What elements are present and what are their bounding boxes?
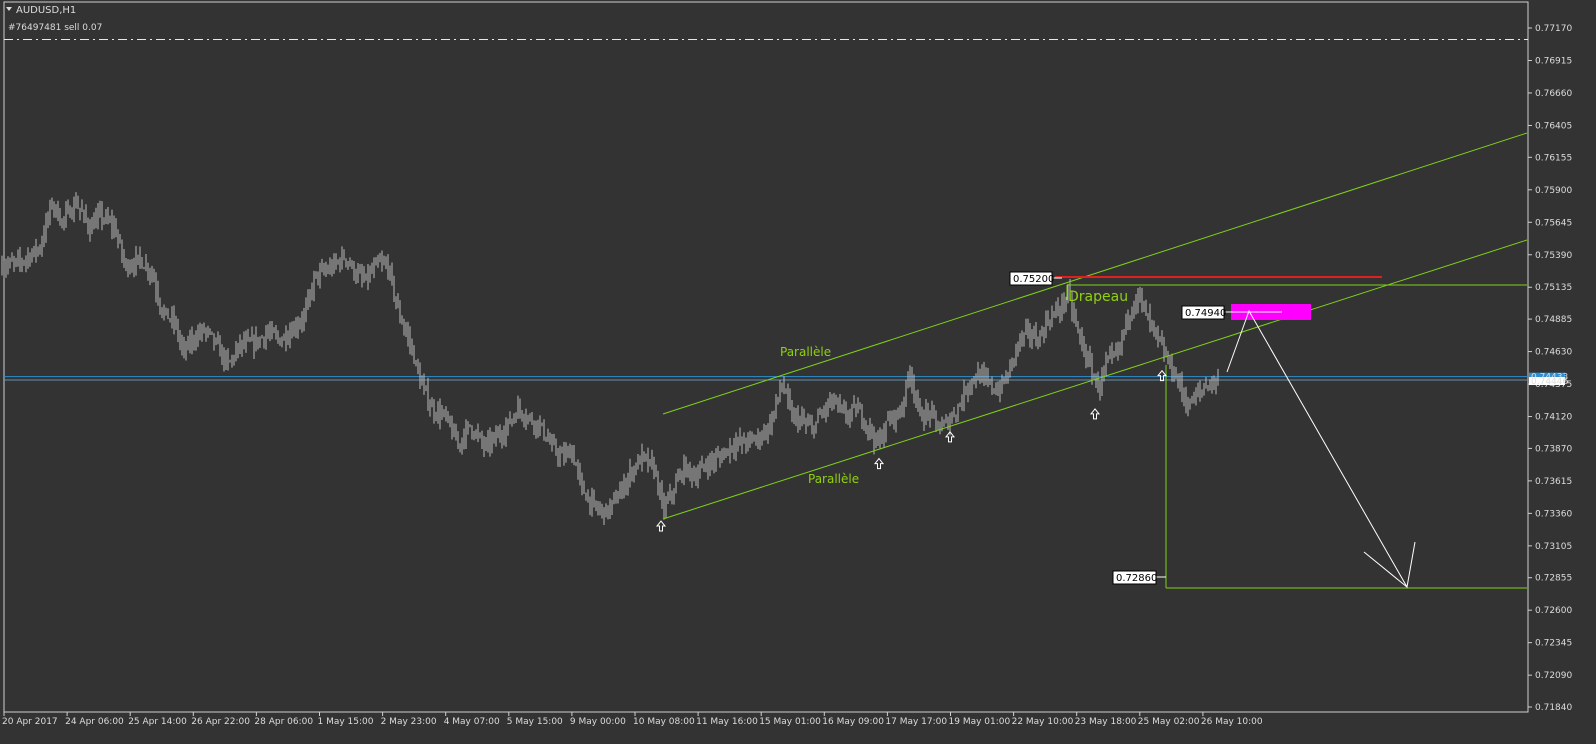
time-tick-label: 5 May 15:00 — [507, 717, 563, 727]
time-tick-label: 25 May 02:00 — [1138, 717, 1200, 727]
time-tick-label: 23 May 18:00 — [1075, 717, 1137, 727]
price-tick-label: 0.77170 — [1535, 24, 1572, 34]
channel-label-lower: Parallèle — [808, 472, 859, 486]
time-tick-label: 11 May 16:00 — [696, 717, 758, 727]
time-tick-label: 28 Apr 06:00 — [254, 717, 313, 727]
price-tick-label: 0.73870 — [1535, 444, 1572, 454]
channel-lower-line[interactable] — [662, 239, 1528, 520]
symbol-label[interactable]: AUDUSD,H1 — [16, 5, 76, 16]
price-tick-label: 0.76405 — [1535, 121, 1572, 131]
price-axis: 0.77170 0.76915 0.76660 0.76405 0.76155 0.759… — [1528, 24, 1572, 713]
price-tick-label: 0.76155 — [1535, 153, 1572, 163]
time-tick-label: 22 May 10:00 — [1012, 717, 1074, 727]
target-zone-price: 0.74940 — [1185, 308, 1226, 319]
support-markers — [655, 369, 1168, 532]
price-tick-label: 0.72090 — [1535, 671, 1572, 681]
price-tick-label: 0.75390 — [1535, 251, 1572, 261]
price-tick-label: 0.74885 — [1535, 315, 1572, 325]
price-tick-label: 0.75645 — [1535, 218, 1572, 228]
time-tick-label: 2 May 23:00 — [381, 717, 437, 727]
time-tick-label: 16 May 09:00 — [822, 717, 884, 727]
candles-group — [1, 192, 1219, 525]
channel-label-upper: Parallèle — [780, 345, 831, 359]
up-arrow-icon — [1156, 369, 1168, 382]
price-tick-label: 0.74120 — [1535, 413, 1572, 423]
symbol-dropdown-icon[interactable] — [6, 7, 12, 11]
time-tick-label: 4 May 07:00 — [444, 717, 500, 727]
current-price-2: 0.74446 — [1531, 377, 1568, 387]
time-tick-label: 19 May 01:00 — [949, 717, 1011, 727]
time-tick-label: 24 Apr 06:00 — [65, 717, 124, 727]
price-tick-label: 0.72600 — [1535, 606, 1572, 616]
up-arrow-icon — [873, 457, 885, 470]
price-tick-label: 0.72345 — [1535, 639, 1572, 649]
time-tick-label: 20 Apr 2017 — [2, 717, 58, 727]
time-axis: 20 Apr 2017 24 Apr 06:00 25 Apr 14:00 26 Ap… — [2, 712, 1263, 727]
chart-frame — [3, 1, 1529, 713]
price-tick-label: 0.75900 — [1535, 186, 1572, 196]
order-label: #76497481 sell 0.07 — [8, 23, 102, 33]
time-tick-label: 26 May 10:00 — [1201, 717, 1263, 727]
price-tick-label: 0.71840 — [1535, 703, 1572, 713]
resistance-price: 0.75200 — [1013, 274, 1054, 285]
time-tick-label: 25 Apr 14:00 — [128, 717, 187, 727]
target-price: 0.72860 — [1116, 573, 1157, 584]
time-tick-label: 10 May 08:00 — [633, 717, 695, 727]
price-tick-label: 0.73360 — [1535, 509, 1572, 519]
projection-path[interactable] — [1226, 309, 1416, 589]
time-tick-label: 15 May 01:00 — [759, 717, 821, 727]
time-tick-label: 1 May 15:00 — [318, 717, 374, 727]
price-tick-label: 0.72855 — [1535, 574, 1572, 584]
price-tick-label: 0.76660 — [1535, 89, 1572, 99]
up-arrow-icon — [655, 520, 667, 532]
projection-arrow-wing — [1363, 551, 1408, 588]
price-chart[interactable]: AUDUSD,H1 #76497481 sell 0.07 0.771700.7… — [0, 0, 1596, 744]
time-tick-label: 17 May 17:00 — [885, 717, 947, 727]
price-tick-label: 0.75135 — [1535, 283, 1572, 293]
price-tick-label: 0.76915 — [1535, 56, 1572, 66]
time-tick-label: 9 May 00:00 — [570, 717, 626, 727]
flag-label: Drapeau — [1068, 289, 1128, 305]
up-arrow-icon — [1089, 408, 1101, 420]
time-tick-label: 26 Apr 22:00 — [191, 717, 250, 727]
price-tick-label: 0.73105 — [1535, 542, 1572, 552]
channel-upper-line[interactable] — [662, 132, 1528, 415]
price-tick-label: 0.74630 — [1535, 348, 1572, 358]
price-tick-label: 0.73615 — [1535, 477, 1572, 487]
